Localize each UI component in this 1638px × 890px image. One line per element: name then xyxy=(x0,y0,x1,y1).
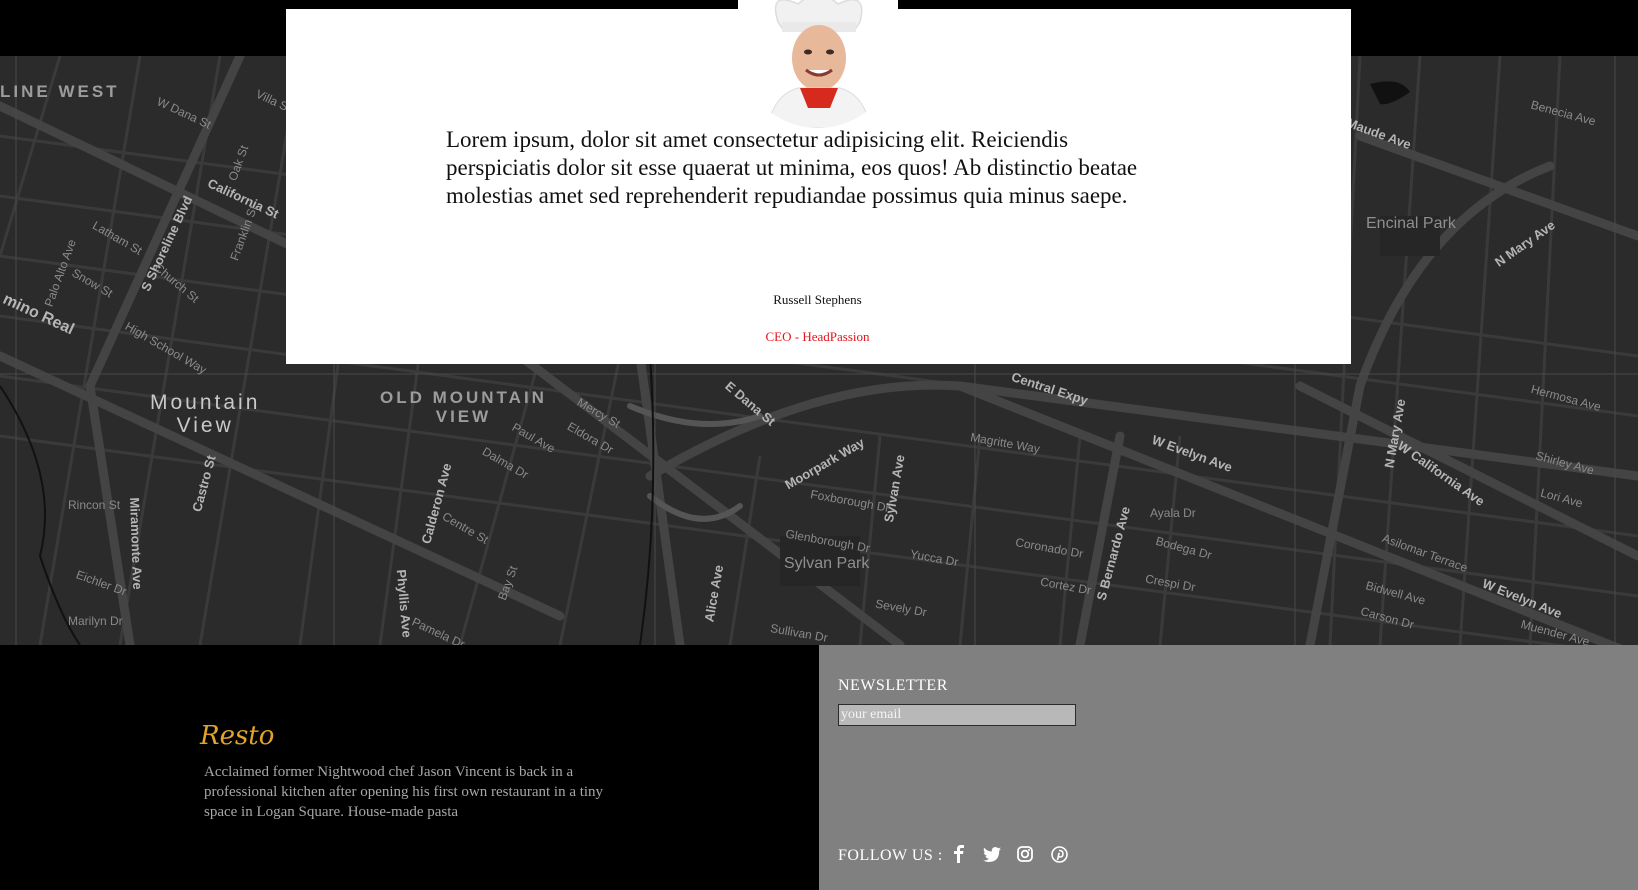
map-label-miramonte-ave: Miramonte Ave xyxy=(127,497,146,590)
map-label-encinal-park: Encinal Park xyxy=(1366,215,1456,232)
map-label-rincon-st: Rincon St xyxy=(68,498,121,512)
footer-about-text: Acclaimed former Nightwood chef Jason Vi… xyxy=(204,764,604,820)
map-label-old-mountain-view: OLD MOUNTAIN VIEW xyxy=(380,388,547,426)
follow-us-label: FOLLOW US : xyxy=(838,847,943,864)
newsletter-title: NEWSLETTER xyxy=(838,677,948,694)
pinterest-icon[interactable] xyxy=(1048,843,1070,865)
map-label-ayala-dr: Ayala Dr xyxy=(1150,506,1196,520)
testimonial-author-name: Russell Stephens xyxy=(773,292,862,307)
testimonial-author-role: CEO - HeadPassion xyxy=(765,329,870,344)
facebook-icon[interactable] xyxy=(948,843,970,865)
map-label-mountain-view: Mountain View xyxy=(150,391,261,437)
map-label-marilyn-dr: Marilyn Dr xyxy=(68,614,123,628)
map-label-line-west: LINE WEST xyxy=(0,82,120,101)
map-label-sylvan-park: Sylvan Park xyxy=(784,555,870,572)
testimonial-quote: Lorem ipsum, dolor sit amet consectetur … xyxy=(446,127,1138,208)
instagram-icon[interactable] xyxy=(1014,843,1036,865)
footer-brand-logo[interactable]: Resto xyxy=(200,721,274,751)
newsletter-email-input[interactable] xyxy=(838,704,1076,726)
twitter-icon[interactable] xyxy=(981,843,1003,865)
